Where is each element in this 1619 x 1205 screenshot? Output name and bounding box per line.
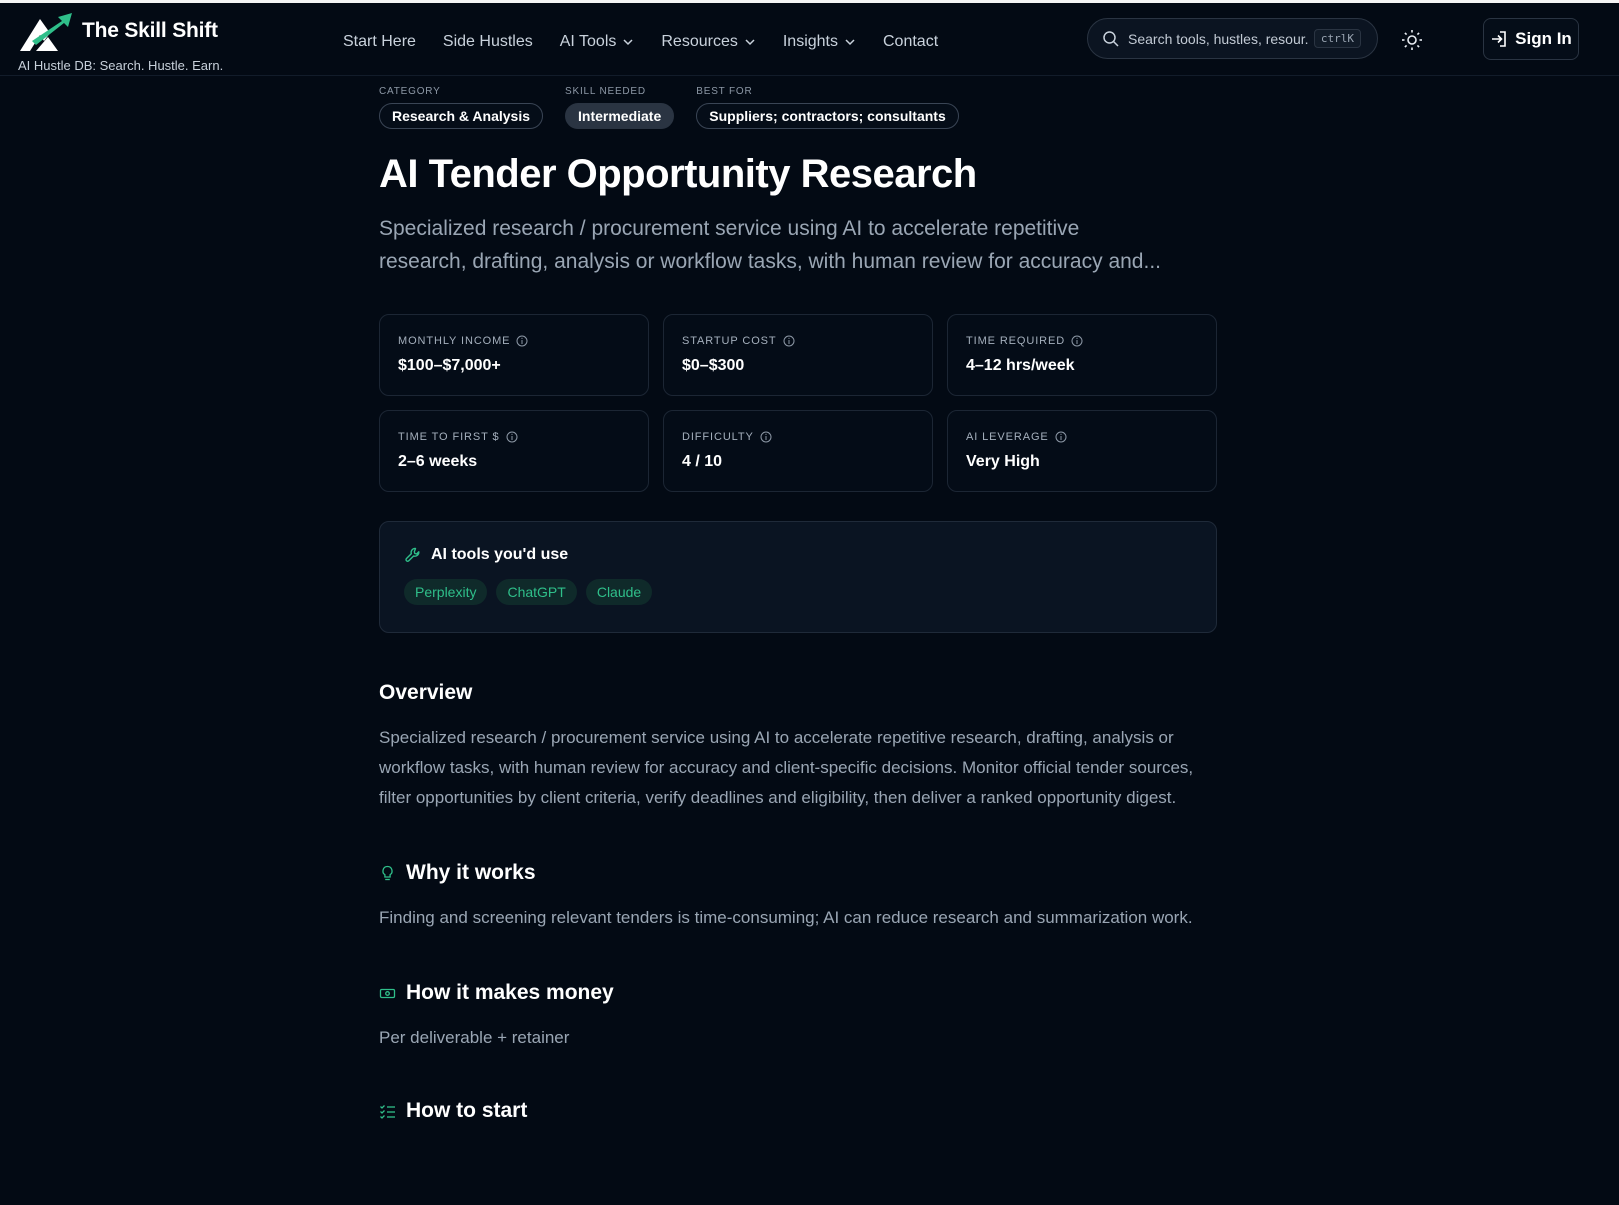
info-icon[interactable] [516,335,528,347]
stat-value: $100–$7,000+ [398,357,501,374]
stat-value: 2–6 weeks [398,453,478,470]
info-icon[interactable] [506,431,518,443]
info-icon[interactable] [1055,431,1067,443]
stat-label-text: DIFFICULTY [682,431,754,443]
tool-tags: Perplexity ChatGPT Claude [404,579,1216,605]
chevron-down-icon [745,39,755,46]
stat-time-to-first-dollar: TIME TO FIRST $ 2–6 weeks [379,410,649,492]
nav-label: Resources [661,33,738,50]
why-text: Finding and screening relevant tenders i… [379,908,1193,927]
stat-time-required: TIME REQUIRED 4–12 hrs/week [947,314,1217,396]
stat-monthly-income: MONTHLY INCOME $100–$7,000+ [379,314,649,396]
search-shortcut: ctrlK [1313,29,1361,48]
money-heading: How it makes money [379,981,1219,1005]
nav-ai-tools[interactable]: AI Tools [560,33,635,51]
stat-label: TIME TO FIRST $ [398,431,630,443]
stat-label-text: TIME REQUIRED [966,335,1066,347]
why-heading-text: Why it works [406,861,536,884]
brand-name: The Skill Shift [82,19,218,42]
meta-skill: SKILL NEEDED Intermediate [565,86,675,129]
overview-heading: Overview [379,681,473,704]
main-content: CATEGORY Research & Analysis SKILL NEEDE… [379,86,1219,1123]
stat-value: 4–12 hrs/week [966,357,1075,374]
tool-tag-chatgpt[interactable]: ChatGPT [496,579,577,605]
ai-tools-heading: AI tools you'd use [404,546,1216,564]
why-heading: Why it works [379,861,1219,885]
stat-label-text: STARTUP COST [682,335,777,347]
site-header: The Skill Shift AI Hustle DB: Search. Hu… [0,3,1619,76]
stat-startup-cost: STARTUP COST $0–$300 [663,314,933,396]
stat-value: Very High [966,453,1040,470]
search-icon [1103,30,1119,47]
ai-tools-card: AI tools you'd use Perplexity ChatGPT Cl… [379,521,1217,633]
stat-label: TIME REQUIRED [966,335,1198,347]
page-subtitle: Specialized research / procurement servi… [379,217,1161,273]
wrench-icon [405,547,420,562]
stat-label: AI LEVERAGE [966,431,1198,443]
banknote-icon [379,988,396,998]
nav-side-hustles[interactable]: Side Hustles [443,33,533,51]
brand-tagline: AI Hustle DB: Search. Hustle. Earn. [18,58,224,73]
nav-start-here[interactable]: Start Here [343,33,416,51]
tool-tag-perplexity[interactable]: Perplexity [404,579,488,605]
start-section: How to start [379,1099,1219,1123]
start-heading: How to start [379,1099,1219,1123]
meta-label: SKILL NEEDED [565,86,646,97]
checklist-icon [380,1104,395,1119]
meta-label: CATEGORY [379,86,441,97]
stats-grid: MONTHLY INCOME $100–$7,000+ STARTUP COST… [379,314,1219,492]
stat-label-text: MONTHLY INCOME [398,335,511,347]
sign-in-icon [1492,31,1506,47]
main-nav: Start Here Side Hustles AI Tools Resourc… [343,28,965,56]
nav-label: Insights [782,33,838,50]
stat-label: MONTHLY INCOME [398,335,630,347]
skill-pill[interactable]: Intermediate [565,103,675,129]
nav-label: Contact [883,33,939,50]
meta-row: CATEGORY Research & Analysis SKILL NEEDE… [379,86,1219,129]
sign-in-button[interactable]: Sign In [1483,18,1579,60]
theme-toggle-sun-icon[interactable] [1400,28,1424,52]
lightbulb-icon [382,865,393,880]
nav-contact[interactable]: Contact [883,33,938,51]
info-icon[interactable] [783,335,795,347]
stat-value: $0–$300 [682,357,745,374]
page-title: AI Tender Opportunity Research [379,152,977,196]
search-box[interactable]: ctrlK [1087,18,1378,59]
money-text: Per deliverable + retainer [379,1028,570,1047]
sign-in-label: Sign In [1515,29,1572,48]
why-section: Why it works Finding and screening relev… [379,861,1219,933]
stat-ai-leverage: AI LEVERAGE Very High [947,410,1217,492]
nav-label: Start Here [343,33,416,50]
category-pill[interactable]: Research & Analysis [379,103,543,129]
nav-label: Side Hustles [442,33,533,50]
info-icon[interactable] [1071,335,1083,347]
overview-text: Specialized research / procurement servi… [379,728,1194,807]
meta-label: BEST FOR [696,86,753,97]
nav-resources[interactable]: Resources [661,33,755,51]
stat-value: 4 / 10 [682,453,723,470]
start-heading-text: How to start [406,1099,528,1122]
ai-tools-heading-text: AI tools you'd use [431,546,569,563]
money-heading-text: How it makes money [406,981,614,1004]
overview-section: Overview Specialized research / procurem… [379,681,1219,813]
meta-best-for: BEST FOR Suppliers; contractors; consult… [696,86,959,129]
tool-tag-claude[interactable]: Claude [585,579,653,605]
search-input[interactable] [1128,30,1308,47]
stat-label-text: AI LEVERAGE [966,431,1049,443]
stat-label: STARTUP COST [682,335,914,347]
nav-label: AI Tools [559,33,617,50]
stat-label: DIFFICULTY [682,431,914,443]
chevron-down-icon [845,39,855,46]
best-for-pill[interactable]: Suppliers; contractors; consultants [696,103,959,129]
stat-label-text: TIME TO FIRST $ [398,431,500,443]
info-icon[interactable] [760,431,772,443]
logo-icon [20,13,72,51]
chevron-down-icon [623,39,633,46]
brand[interactable]: The Skill Shift AI Hustle DB: Search. Hu… [18,9,248,73]
money-section: How it makes money Per deliverable + ret… [379,981,1219,1053]
meta-category: CATEGORY Research & Analysis [379,86,543,129]
nav-insights[interactable]: Insights [783,33,856,51]
stat-difficulty: DIFFICULTY 4 / 10 [663,410,933,492]
